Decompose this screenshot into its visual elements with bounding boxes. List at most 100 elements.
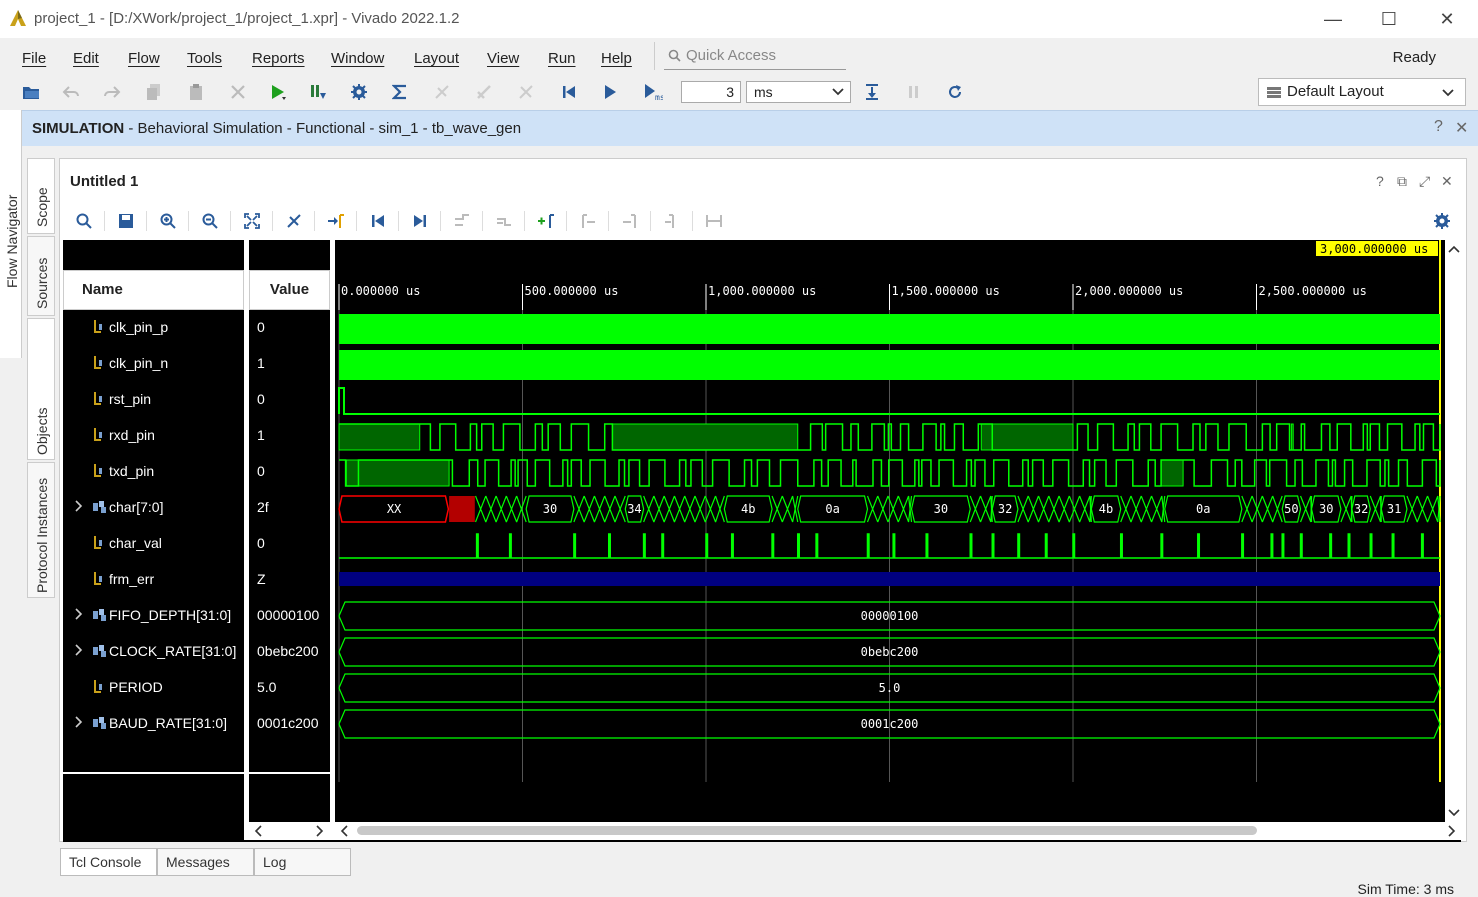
chevron-right-icon[interactable] (1447, 825, 1457, 837)
save-icon[interactable] (112, 207, 140, 235)
go-to-start-icon[interactable] (364, 207, 392, 235)
float-icon[interactable]: ⧉ (1397, 173, 1407, 190)
menu-help[interactable]: Help (601, 50, 632, 67)
add-marker-icon[interactable] (532, 207, 560, 235)
menu-file[interactable]: File (22, 50, 46, 67)
time-tick-label: 1,000.000000 us (708, 284, 816, 298)
signal-row-rst_pin[interactable]: rst_pin (63, 382, 244, 418)
value-column-header[interactable]: Value (249, 270, 330, 310)
measure-icon[interactable] (700, 207, 728, 235)
flow-navigator-tab[interactable]: Flow Navigator (4, 195, 20, 288)
delete-icon[interactable] (225, 78, 251, 106)
signal-row-clk_pin_p[interactable]: clk_pin_p (63, 310, 244, 346)
maximize-button[interactable]: ☐ (1366, 6, 1412, 32)
menu-run[interactable]: Run (548, 50, 576, 67)
layout-select[interactable]: Default Layout (1258, 78, 1466, 106)
tab-sources[interactable]: Sources (27, 236, 55, 316)
chevron-left-icon[interactable] (253, 825, 263, 837)
chevron-right-icon[interactable] (75, 608, 83, 623)
flow-navigator-rail[interactable]: Flow Navigator (0, 110, 22, 358)
next-transition-icon[interactable] (490, 207, 518, 235)
chevron-right-icon[interactable] (75, 644, 83, 659)
sigma-icon[interactable] (387, 78, 413, 106)
close-icon[interactable]: ✕ (1441, 173, 1453, 190)
go-to-cursor-icon[interactable] (322, 207, 350, 235)
waveform-canvas[interactable]: 0.000000 us 500.000000 us 1,000.000000 us 1… (335, 240, 1445, 822)
restart-icon[interactable] (556, 78, 582, 106)
cursor-snap-icon[interactable] (280, 207, 308, 235)
menu-layout[interactable]: Layout (414, 50, 459, 67)
chevron-right-icon[interactable] (75, 716, 83, 731)
tab-scope[interactable]: Scope (27, 158, 55, 234)
close-button[interactable]: ✕ (1424, 6, 1470, 32)
minimize-button[interactable]: — (1310, 6, 1356, 32)
signal-row-char_val[interactable]: char_val (63, 526, 244, 562)
step-icon[interactable] (859, 78, 885, 106)
menu-window[interactable]: Window (331, 50, 384, 67)
menu-edit[interactable]: Edit (73, 50, 99, 67)
signal-row-clock_rate310[interactable]: CLOCK_RATE[31:0] (63, 634, 244, 670)
relaunch-icon[interactable] (942, 78, 968, 106)
tab-log[interactable]: Log (254, 848, 351, 876)
search-icon[interactable] (70, 207, 98, 235)
paste-icon[interactable] (183, 78, 209, 106)
tab-messages[interactable]: Messages (157, 848, 254, 876)
tab-objects[interactable]: Objects (27, 318, 55, 460)
next-marker-icon[interactable] (616, 207, 644, 235)
run-time-unit-select[interactable]: ms (746, 81, 851, 103)
disabled-tool-icon[interactable] (429, 78, 455, 106)
swap-cursors-icon[interactable] (658, 207, 686, 235)
chevron-right-icon[interactable] (315, 825, 325, 837)
quick-access-input[interactable]: Quick Access (664, 44, 846, 70)
menu-reports[interactable]: Reports (252, 50, 305, 67)
undo-icon[interactable] (58, 78, 84, 106)
signal-row-txd_pin[interactable]: txd_pin (63, 454, 244, 490)
zoom-in-icon[interactable] (154, 207, 182, 235)
settings-icon[interactable] (1428, 207, 1456, 235)
vertical-scrollbar[interactable] (1445, 240, 1463, 822)
simulation-title: SIMULATION - Behavioral Simulation - Fun… (32, 120, 522, 137)
redo-icon[interactable] (99, 78, 125, 106)
signal-value-row: 2f (249, 490, 329, 526)
break-icon[interactable] (900, 78, 926, 106)
signal-row-char70[interactable]: char[7:0] (63, 490, 244, 526)
copy-icon[interactable] (141, 78, 167, 106)
run-time-input[interactable]: 3 (681, 81, 741, 103)
maximize-icon[interactable]: ⤢ (1419, 173, 1430, 190)
disabled-tool-icon[interactable] (471, 78, 497, 106)
chevron-left-icon[interactable] (339, 825, 349, 837)
menu-tools[interactable]: Tools (187, 50, 222, 67)
close-icon[interactable]: ✕ (1455, 118, 1468, 138)
menu-view[interactable]: View (487, 50, 519, 67)
wave-hscrollbar[interactable] (335, 822, 1463, 840)
prev-marker-icon[interactable] (574, 207, 602, 235)
run-all-play-icon[interactable] (597, 78, 623, 106)
value-hscrollbar[interactable] (249, 822, 330, 840)
chevron-up-icon[interactable] (1448, 244, 1460, 254)
menu-flow[interactable]: Flow (128, 50, 160, 67)
chevron-down-icon[interactable] (1448, 808, 1460, 818)
go-to-end-icon[interactable] (406, 207, 434, 235)
zoom-fit-icon[interactable] (238, 207, 266, 235)
help-icon[interactable]: ? (1434, 118, 1443, 136)
open-project-icon[interactable] (18, 78, 44, 106)
scrollbar-thumb[interactable] (357, 826, 1257, 835)
run-icon[interactable] (265, 78, 291, 106)
signal-row-rxd_pin[interactable]: rxd_pin (63, 418, 244, 454)
chevron-right-icon[interactable] (75, 500, 83, 515)
signal-row-period[interactable]: PERIOD (63, 670, 244, 706)
name-column-header[interactable]: Name (63, 270, 244, 310)
tab-protocol-instances[interactable]: Protocol Instances (27, 462, 55, 598)
tab-tcl-console[interactable]: Tcl Console (60, 848, 157, 876)
signal-row-frm_err[interactable]: frm_err (63, 562, 244, 598)
signal-row-fifo_depth310[interactable]: FIFO_DEPTH[31:0] (63, 598, 244, 634)
run-for-icon[interactable]: ms (640, 78, 666, 106)
zoom-out-icon[interactable] (196, 207, 224, 235)
run-all-icon[interactable] (305, 78, 331, 106)
prev-transition-icon[interactable] (448, 207, 476, 235)
help-icon[interactable]: ? (1376, 173, 1384, 189)
settings-icon[interactable] (346, 78, 372, 106)
signal-row-baud_rate310[interactable]: BAUD_RATE[31:0] (63, 706, 244, 742)
signal-row-clk_pin_n[interactable]: clk_pin_n (63, 346, 244, 382)
disabled-tool-icon[interactable] (513, 78, 539, 106)
